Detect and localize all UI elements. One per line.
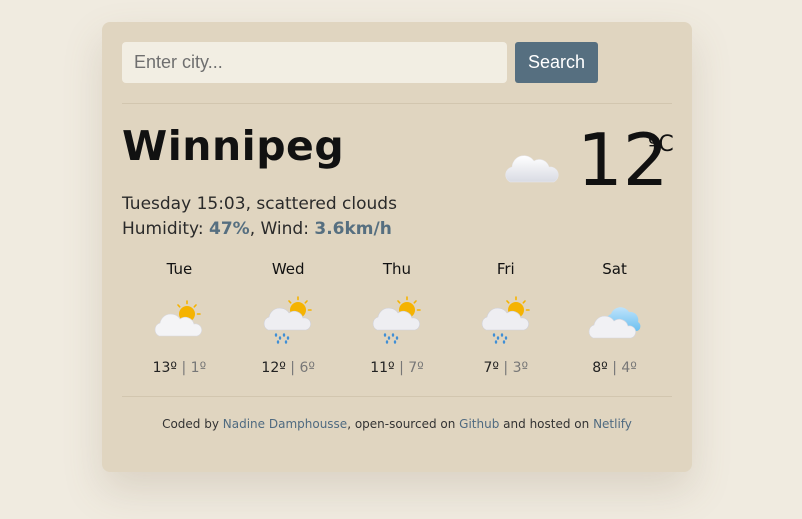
temperature-unit: ºC	[648, 132, 674, 157]
forecast: Tue 13º | 1º Wed 12º | 6º Thu 11º | 7º F…	[122, 254, 672, 376]
humidity-value: 47%	[208, 219, 250, 239]
netlify-link[interactable]: Netlify	[593, 417, 632, 431]
forecast-temps: 13º | 1º	[125, 360, 234, 376]
max-temp: 13º	[152, 360, 178, 376]
forecast-day: Sat 8º | 4º	[560, 254, 669, 376]
forecast-day: Tue 13º | 1º	[125, 254, 234, 376]
weather-card: Search Winnipeg Tuesday 15:03, scattered…	[102, 22, 692, 472]
temp-separator: |	[290, 360, 295, 376]
humidity-label: Humidity:	[122, 219, 204, 239]
temp-separator: |	[399, 360, 404, 376]
footer-middle: , open-sourced on	[347, 417, 456, 431]
rain-sun-icon	[372, 296, 421, 344]
forecast-day-name: Tue	[166, 260, 193, 278]
conditions: scattered clouds	[256, 194, 397, 214]
forecast-temps: 8º | 4º	[560, 360, 669, 376]
day-time: Tuesday 15:03	[122, 194, 246, 214]
partly-cloudy-icon	[155, 300, 203, 337]
footer-hosted: and hosted on	[503, 417, 590, 431]
min-temp: 1º	[190, 360, 207, 376]
temp-separator: |	[612, 360, 617, 376]
search-form: Search	[122, 42, 672, 83]
forecast-day-name: Wed	[271, 260, 305, 278]
temp-separator: |	[503, 360, 509, 376]
footer: Coded by Nadine Damphousse, open-sourced…	[122, 417, 672, 431]
cloud-icon	[505, 155, 559, 183]
author-link[interactable]: Nadine Damphousse	[223, 417, 347, 431]
forecast-day: Thu 11º | 7º	[343, 254, 452, 376]
forecast-day: Fri 7º | 3º	[451, 254, 560, 376]
footer-prefix: Coded by	[162, 417, 219, 431]
wind-value: 3.6km/h	[314, 219, 392, 239]
github-link[interactable]: Github	[459, 417, 499, 431]
current-weather: Winnipeg Tuesday 15:03, scattered clouds…	[122, 104, 674, 254]
weather-description: Tuesday 15:03, scattered clouds Humidity…	[122, 192, 397, 242]
cloudy-icon	[588, 307, 640, 339]
forecast-day: Wed 12º | 6º	[234, 254, 343, 376]
divider	[122, 396, 672, 397]
forecast-temps: 7º | 3º	[451, 360, 560, 376]
forecast-day-name: Sat	[602, 260, 627, 278]
humidity-wind-line: Humidity: 47%, Wind: 3.6km/h	[122, 219, 392, 239]
forecast-temps: 11º | 7º	[343, 360, 452, 376]
max-temp: 12º	[261, 360, 286, 376]
rain-sun-icon	[481, 296, 530, 344]
max-temp: 11º	[370, 360, 395, 376]
forecast-day-name: Fri	[496, 260, 515, 278]
min-temp: 4º	[621, 360, 637, 376]
min-temp: 6º	[299, 360, 315, 376]
min-temp: 7º	[408, 360, 424, 376]
city-name: Winnipeg	[122, 122, 345, 170]
max-temp: 8º	[592, 360, 608, 376]
forecast-day-name: Thu	[382, 260, 412, 278]
max-temp: 7º	[483, 360, 499, 376]
date-conditions-line: Tuesday 15:03, scattered clouds	[122, 194, 397, 214]
wind-label: Wind:	[260, 219, 309, 239]
temp-separator: |	[181, 360, 187, 376]
search-button[interactable]: Search	[515, 42, 598, 83]
min-temp: 3º	[512, 360, 529, 376]
forecast-temps: 12º | 6º	[234, 360, 343, 376]
rain-sun-icon	[263, 296, 312, 344]
search-input[interactable]	[122, 42, 507, 83]
